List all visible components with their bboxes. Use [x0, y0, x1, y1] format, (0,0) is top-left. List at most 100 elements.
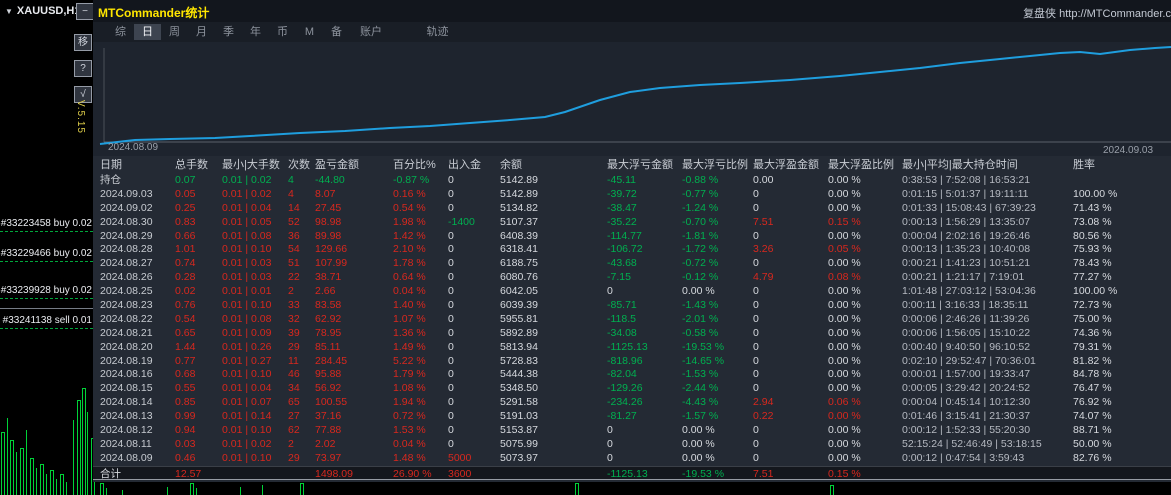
table-row[interactable]: 2024.08.13 0.99 0.01 | 0.14 27 37.16 0.72 % 0 5…: [93, 410, 1171, 424]
menu-item-周[interactable]: 周: [161, 24, 188, 40]
table-row[interactable]: 2024.08.09 0.46 0.01 | 0.10 29 73.97 1.48 % 50…: [93, 452, 1171, 466]
table-row[interactable]: 持仓 0.07 0.01 | 0.02 4 -44.80 -0.87 % 0 5142.89 -…: [93, 174, 1171, 188]
candle-bar: [1, 432, 5, 495]
table-cell: 52: [288, 215, 300, 228]
table-row[interactable]: 2024.08.11 0.03 0.01 | 0.02 2 2.02 0.04 % 0 507…: [93, 438, 1171, 452]
table-cell: 1.07 %: [393, 312, 426, 325]
table-cell: 5000: [448, 451, 472, 464]
table-row[interactable]: 2024.09.02 0.25 0.01 | 0.04 14 27.45 0.54 % 0 5…: [93, 202, 1171, 216]
column-header: 出入金: [448, 159, 481, 171]
table-cell: 0: [607, 451, 613, 464]
table-cell: 1.79 %: [393, 368, 426, 381]
table-cell: -1400: [448, 215, 475, 228]
menu-item-轨迹[interactable]: 轨迹: [424, 24, 451, 40]
table-row[interactable]: 2024.08.16 0.68 0.01 | 0.10 46 95.88 1.79 % 0 5…: [93, 368, 1171, 382]
table-cell: 1.36 %: [393, 326, 426, 339]
table-cell: 73.97: [315, 451, 342, 464]
table-cell: 76.47 %: [1073, 382, 1112, 395]
table-cell: 22: [288, 271, 300, 284]
table-cell: 0.85: [175, 396, 196, 409]
table-row[interactable]: 2024.08.12 0.94 0.01 | 0.10 62 77.88 1.53 % 0 5…: [93, 424, 1171, 438]
table-row[interactable]: 2024.08.19 0.77 0.01 | 0.27 11 284.45 5.22 % 0…: [93, 355, 1171, 369]
menu-item-月[interactable]: 月: [188, 24, 215, 40]
table-cell: 0.00 %: [828, 257, 861, 270]
menu-item-账户[interactable]: 账户: [350, 24, 392, 40]
minimize-button[interactable]: −: [76, 3, 94, 20]
table-row[interactable]: 2024.08.27 0.74 0.01 | 0.03 51 107.99 1.78 % 0…: [93, 257, 1171, 271]
table-cell: 1.44: [175, 340, 196, 353]
table-cell: 0.22: [753, 410, 774, 423]
table-cell: 0.00 %: [828, 229, 861, 242]
trade-order-label[interactable]: #33229466 buy 0.02: [0, 248, 93, 262]
screen: ▼ XAUUSD,H1 − 移 ? √ V.5.15 #33223458 buy …: [0, 0, 1171, 495]
move-button[interactable]: 移: [74, 34, 92, 51]
candle-bar: [240, 487, 241, 495]
table-row[interactable]: 2024.08.23 0.76 0.01 | 0.10 33 83.58 1.40 % 0 6…: [93, 299, 1171, 313]
table-cell: 0.25: [175, 201, 196, 214]
table-cell: 39: [288, 326, 300, 339]
panel-title-bar[interactable]: MTCommander统计 复盘侠 http://MTCommander.c: [93, 0, 1171, 22]
table-cell: -81.27: [607, 410, 637, 423]
table-cell: 0:00:01 | 1:57:00 | 19:33:47: [902, 368, 1031, 381]
table-row[interactable]: 2024.08.29 0.66 0.01 | 0.08 36 89.98 1.42 % 0 6…: [93, 230, 1171, 244]
table-row[interactable]: 2024.08.22 0.54 0.01 | 0.08 32 62.92 1.07 % 0 5…: [93, 313, 1171, 327]
table-cell: 72.73 %: [1073, 299, 1112, 312]
menu-item-M[interactable]: M: [296, 24, 323, 40]
trade-order-label[interactable]: #33223458 buy 0.02: [0, 218, 93, 232]
menu-item-季[interactable]: 季: [215, 24, 242, 40]
column-header: 百分比%: [393, 159, 436, 171]
trade-order-label[interactable]: #33239928 buy 0.02: [0, 285, 93, 299]
table-cell: 1.42 %: [393, 229, 426, 242]
dropdown-arrow-icon[interactable]: ▼: [5, 7, 13, 16]
table-cell: 0.01 | 0.10: [222, 451, 272, 464]
table-cell: 0.07: [175, 174, 196, 186]
table-cell: 0.00 %: [828, 299, 861, 312]
table-cell: 6042.05: [500, 285, 538, 298]
table-cell: 0.01 | 0.10: [222, 243, 272, 256]
candle-bar: [262, 485, 263, 495]
table-cell: 75.00 %: [1073, 312, 1112, 325]
table-cell: -34.08: [607, 326, 637, 339]
table-row[interactable]: 2024.08.28 1.01 0.01 | 0.10 54 129.66 2.10 % 0…: [93, 243, 1171, 257]
table-cell: 0.08 %: [828, 271, 861, 284]
table-cell: 0: [753, 285, 759, 298]
table-row[interactable]: 2024.08.15 0.55 0.01 | 0.04 34 56.92 1.08 % 0 5…: [93, 382, 1171, 396]
table-cell: 12.57: [175, 467, 202, 479]
column-header: 余额: [500, 159, 522, 171]
table-row[interactable]: 2024.08.25 0.02 0.01 | 0.01 2 2.66 0.04 % 0 604…: [93, 285, 1171, 299]
table-cell: 2024.08.22: [100, 312, 153, 325]
menu-item-日[interactable]: 日: [134, 24, 161, 40]
candle-bar: [122, 490, 123, 495]
menu-item-备[interactable]: 备: [323, 24, 350, 40]
table-row[interactable]: 2024.08.30 0.83 0.01 | 0.05 52 98.98 1.98 % -1…: [93, 216, 1171, 230]
table-cell: -44.80: [315, 174, 345, 186]
menu-item-币[interactable]: 币: [269, 24, 296, 40]
table-cell: 0.00 %: [828, 410, 861, 423]
table-row[interactable]: 2024.08.14 0.85 0.01 | 0.07 65 100.55 1.94 % 0…: [93, 396, 1171, 410]
table-cell: -0.77 %: [682, 187, 719, 200]
trade-order-label[interactable]: #33241138 sell 0.01: [0, 315, 93, 329]
table-cell: 4: [288, 187, 294, 200]
table-row[interactable]: 2024.08.21 0.65 0.01 | 0.09 39 78.95 1.36 % 0 5…: [93, 327, 1171, 341]
menu-bar: 综日周月季年币 M 备账户 轨迹: [93, 22, 1171, 42]
table-cell: 129.66: [315, 243, 348, 256]
menu-item-年[interactable]: 年: [242, 24, 269, 40]
menu-item-综[interactable]: 综: [107, 24, 134, 40]
table-total-row[interactable]: 合计 12.57 1498.09 26.90 % 3600 -1125.13 -19.53 …: [93, 465, 1171, 480]
table-cell: 37.16: [315, 410, 342, 423]
table-cell: 0.64 %: [393, 271, 426, 284]
table-row[interactable]: 2024.08.26 0.28 0.01 | 0.03 22 38.71 0.64 % 0 6…: [93, 271, 1171, 285]
table-cell: 38.71: [315, 271, 342, 284]
website-link[interactable]: 复盘侠 http://MTCommander.c: [1023, 5, 1171, 21]
table-cell: 0.15 %: [828, 467, 861, 479]
panel-title: MTCommander统计: [98, 6, 210, 20]
table-cell: 2024.08.14: [100, 396, 153, 409]
table-row[interactable]: 2024.08.20 1.44 0.01 | 0.26 29 85.11 1.49 % 0 5…: [93, 341, 1171, 355]
table-cell: 0.00 %: [682, 285, 715, 298]
table-cell: 2024.08.11: [100, 437, 152, 450]
table-cell: 77.88: [315, 424, 342, 437]
table-row[interactable]: 2024.09.03 0.05 0.01 | 0.02 4 8.07 0.16 % 0 514…: [93, 188, 1171, 202]
table-cell: 6318.41: [500, 243, 538, 256]
table-cell: 0.01 | 0.05: [222, 215, 272, 228]
help-button[interactable]: ?: [74, 60, 92, 77]
